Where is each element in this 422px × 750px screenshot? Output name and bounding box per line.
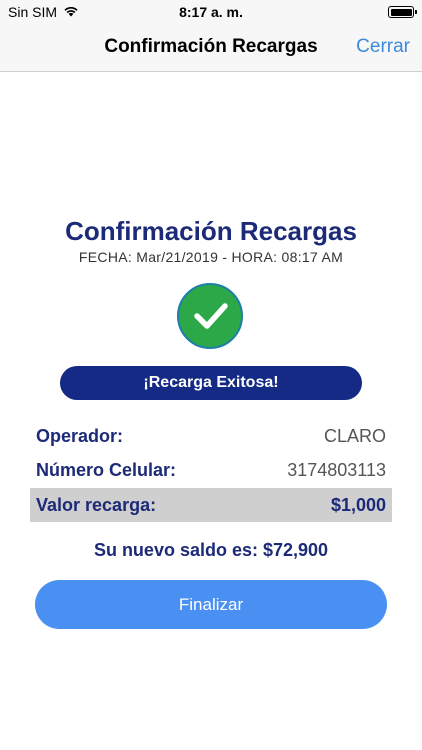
- status-bar: Sin SIM 8:17 a. m.: [0, 0, 422, 24]
- close-button[interactable]: Cerrar: [356, 36, 410, 58]
- recharge-confirmation-screen: Sin SIM 8:17 a. m. Confirmación Recargas…: [0, 0, 422, 750]
- detail-row-amount: Valor recarga: $1,000: [30, 488, 392, 522]
- finish-button[interactable]: Finalizar: [35, 580, 387, 629]
- operator-label: Operador:: [36, 426, 124, 446]
- navigation-bar: Confirmación Recargas Cerrar: [0, 24, 422, 72]
- battery-icon: [388, 6, 417, 18]
- confirmation-date: FECHA: Mar/21/2019 - HORA: 08:17 AM: [78, 249, 344, 265]
- amount-value: $1,000: [330, 495, 386, 515]
- amount-label: Valor recarga:: [36, 495, 157, 515]
- status-time: 8:17 a. m.: [179, 4, 243, 20]
- phone-number-value: 3174803113: [287, 460, 386, 480]
- phone-number-label: Número Celular:: [36, 460, 177, 480]
- detail-row-operator: Operador: CLARO: [30, 419, 392, 453]
- operator-value: CLARO: [323, 426, 386, 446]
- new-balance-text: Su nuevo saldo es: $72,900: [93, 540, 329, 560]
- confirmation-title: Confirmación Recargas: [65, 216, 357, 246]
- success-banner: ¡Recarga Exitosa!: [60, 366, 362, 400]
- detail-row-phone-number: Número Celular: 3174803113: [30, 453, 392, 487]
- success-checkmark-icon: [177, 283, 243, 349]
